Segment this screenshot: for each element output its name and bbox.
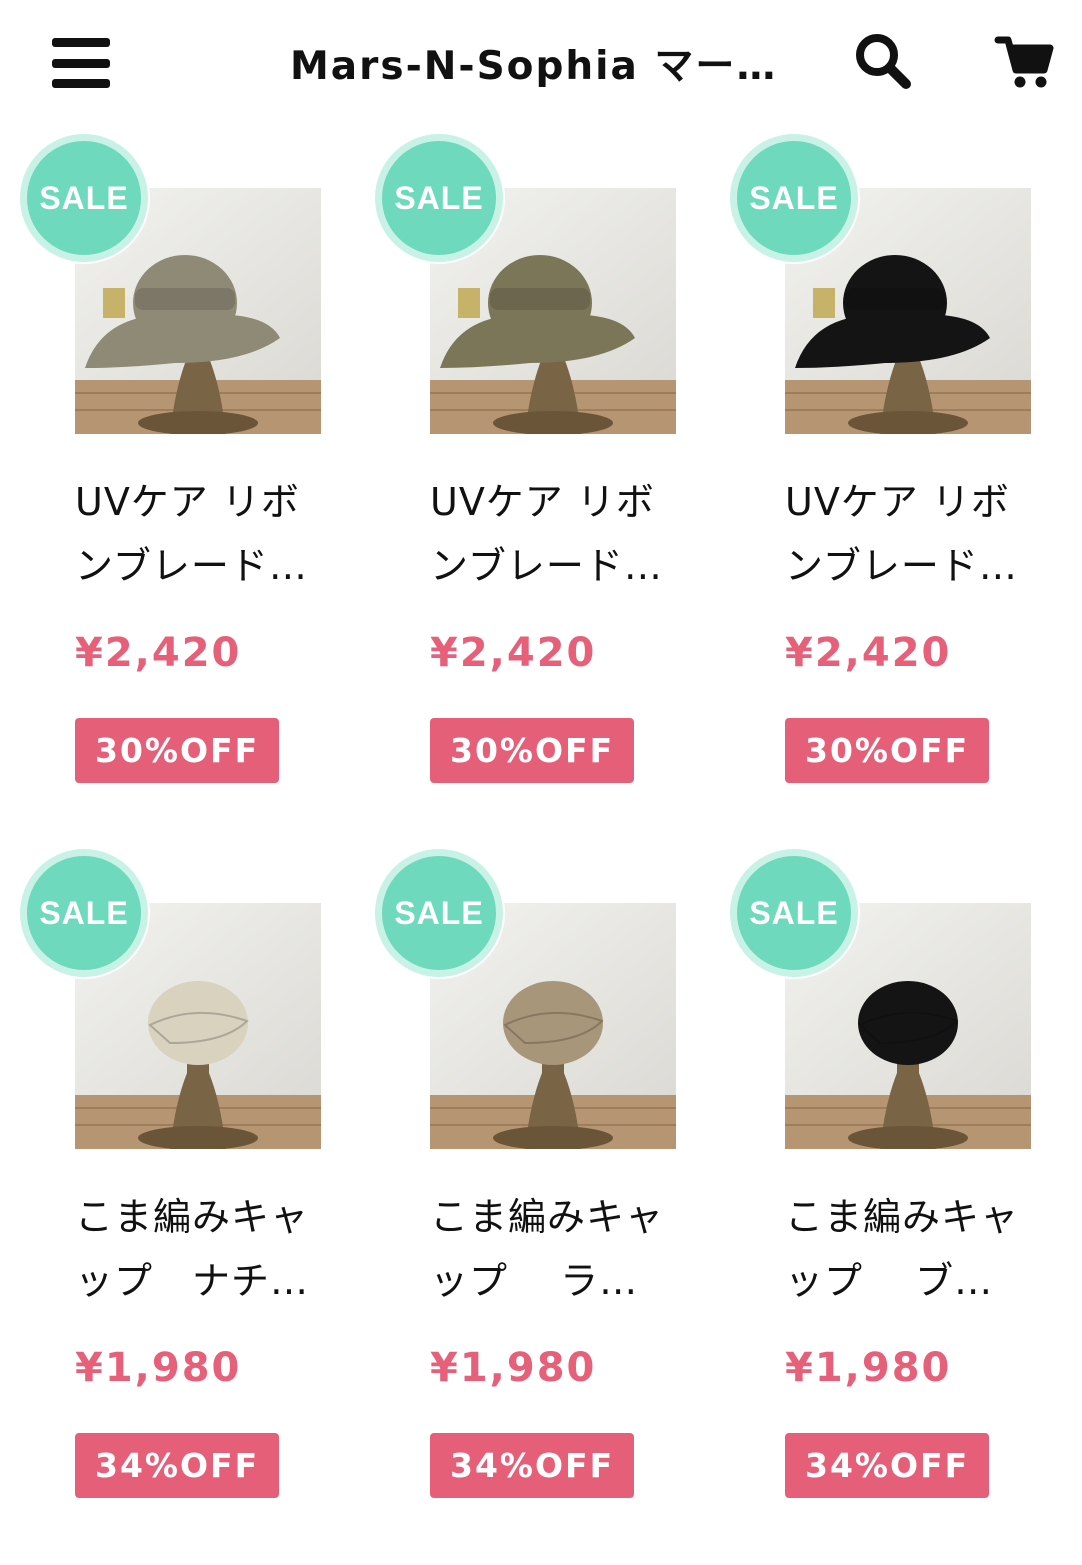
discount-badge: 34%OFF xyxy=(75,1433,280,1498)
sale-badge: SALE xyxy=(20,849,148,977)
product-price: ¥1,980 xyxy=(430,1345,597,1391)
product-price: ¥1,980 xyxy=(785,1345,952,1391)
product-name[interactable]: UVケア リボンブレード… xyxy=(430,470,680,598)
shop-title[interactable]: Mars-N-Sophia マー… xyxy=(290,40,820,94)
product-price: ¥2,420 xyxy=(75,630,242,676)
product-card[interactable]: SALE こま編みキャップ ブ… ¥1,980 34%OFF xyxy=(730,845,1031,1525)
product-card[interactable]: SALE UVケア リボンブレード… ¥2,420 30%OFF xyxy=(20,130,321,810)
product-card[interactable]: SALE こま編みキャップ ナチ… ¥1,980 34%OFF xyxy=(20,845,321,1525)
product-price: ¥1,980 xyxy=(75,1345,242,1391)
sale-badge: SALE xyxy=(375,849,503,977)
product-price: ¥2,420 xyxy=(785,630,952,676)
sale-badge: SALE xyxy=(730,849,858,977)
discount-badge: 34%OFF xyxy=(430,1433,635,1498)
search-icon[interactable] xyxy=(852,30,914,92)
discount-badge: 34%OFF xyxy=(785,1433,990,1498)
sale-badge: SALE xyxy=(20,134,148,262)
hamburger-menu-icon[interactable] xyxy=(52,38,110,88)
product-card[interactable]: SALE こま編みキャップ ラ… ¥1,980 34%OFF xyxy=(375,845,676,1525)
product-name[interactable]: UVケア リボンブレード… xyxy=(785,470,1035,598)
product-card[interactable]: SALE UVケア リボンブレード… ¥2,420 30%OFF xyxy=(375,130,676,810)
product-name[interactable]: こま編みキャップ ナチ… xyxy=(75,1185,325,1313)
discount-badge: 30%OFF xyxy=(785,718,990,783)
product-name[interactable]: UVケア リボンブレード… xyxy=(75,470,325,598)
discount-badge: 30%OFF xyxy=(75,718,280,783)
product-card[interactable]: SALE UVケア リボンブレード… ¥2,420 30%OFF xyxy=(730,130,1031,810)
sale-badge: SALE xyxy=(375,134,503,262)
product-price: ¥2,420 xyxy=(430,630,597,676)
sale-badge: SALE xyxy=(730,134,858,262)
cart-icon[interactable] xyxy=(994,30,1056,92)
product-name[interactable]: こま編みキャップ ラ… xyxy=(430,1185,680,1313)
discount-badge: 30%OFF xyxy=(430,718,635,783)
product-name[interactable]: こま編みキャップ ブ… xyxy=(785,1185,1035,1313)
app-header: Mars-N-Sophia マー… xyxy=(0,0,1082,130)
